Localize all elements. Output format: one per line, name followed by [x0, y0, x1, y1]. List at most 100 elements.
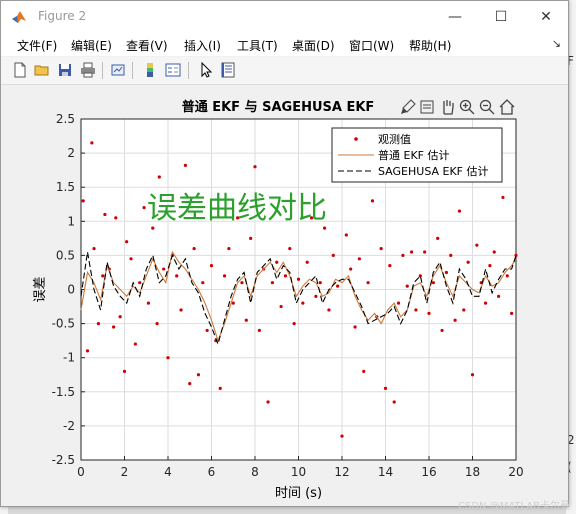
y-tick-label: -1.5 [52, 385, 75, 399]
observation-point [305, 260, 309, 264]
legend-label: 观测值 [378, 133, 411, 146]
observation-point [222, 274, 227, 278]
observation-point [227, 246, 231, 251]
observation-point [292, 322, 296, 326]
x-tick-label: 8 [251, 465, 259, 479]
y-tick-labels: -2.5 -2 -1.5 -1 -0.5 0 0.5 1 1.5 2 2.5 [52, 112, 75, 467]
observation-point [209, 264, 214, 268]
observation-point [423, 250, 427, 254]
y-tick-label: 0 [67, 283, 75, 297]
x-tick-label: 6 [208, 465, 216, 479]
x-tick-label: 2 [121, 465, 129, 479]
x-tick-label: 4 [164, 465, 172, 479]
observation-point [179, 308, 183, 312]
observation-point [85, 349, 90, 353]
observation-point [275, 260, 279, 264]
y-tick-label: 0.5 [56, 248, 75, 262]
observation-point [314, 294, 318, 298]
observation-point [444, 270, 448, 275]
observation-point [505, 274, 509, 278]
observation-point [175, 274, 179, 278]
observation-point [436, 236, 440, 240]
legend-label: 普通 EKF 估计 [378, 148, 449, 162]
observation-point [129, 257, 133, 261]
observation-point [157, 175, 161, 179]
observation-point [383, 386, 388, 390]
observation-point [166, 356, 170, 360]
observation-point [475, 243, 479, 247]
observation-point [249, 236, 253, 240]
observation-point [357, 257, 361, 261]
observation-point [205, 328, 209, 333]
observation-point [103, 212, 107, 217]
observation-point [257, 328, 261, 333]
observation-point [440, 328, 444, 333]
y-tick-label: -2 [63, 419, 75, 433]
observation-point [81, 199, 85, 203]
observation-point [344, 233, 348, 237]
x-tick-label: 16 [421, 465, 436, 479]
x-tick-label: 14 [378, 465, 393, 479]
legend[interactable]: 观测值普通 EKF 估计 SAGEHUSA EKF 估计 [331, 127, 503, 183]
observation-point [366, 281, 370, 285]
observation-point [379, 246, 383, 251]
y-tick-label: 1 [67, 214, 75, 228]
observation-point [118, 315, 122, 319]
observation-point [336, 284, 340, 288]
y-tick-label: 1.5 [56, 180, 75, 194]
observation-point [349, 267, 353, 271]
observation-point [201, 281, 205, 285]
observation-point [112, 325, 116, 329]
observation-point [101, 274, 105, 278]
chart-title: 普通 EKF 与 SAGEHUSA EKF [182, 99, 375, 115]
observation-point [331, 253, 335, 257]
observation-point [427, 311, 431, 315]
observation-point [340, 434, 344, 438]
observation-point [283, 274, 288, 278]
observation-point [431, 281, 435, 285]
observation-point [362, 369, 366, 373]
observation-point [155, 322, 159, 326]
observation-point [457, 209, 462, 213]
overlay-annotation: 误差曲线对比 [147, 191, 327, 226]
x-tick-labels: 0 2 4 6 8 10 12 14 16 18 20 [77, 465, 523, 479]
observation-point [388, 264, 392, 268]
observation-point [253, 165, 257, 169]
observation-point [470, 373, 475, 377]
observation-point [192, 246, 196, 251]
observation-point [492, 250, 496, 254]
observation-point [288, 246, 292, 251]
observation-point [240, 281, 244, 285]
legend-label: SAGEHUSA EKF 估计 [378, 165, 489, 178]
x-tick-label: 18 [465, 465, 480, 479]
observation-point [466, 260, 470, 264]
error-chart: -2.5 -2 -1.5 -1 -0.5 0 0.5 1 1.5 2 2.5 0 2 4 6 8 10 12 14… [33, 99, 524, 501]
legend-swatch-observation [354, 137, 358, 141]
y-tick-label: -2.5 [52, 453, 75, 467]
observation-point [231, 301, 235, 305]
observation-point [410, 250, 414, 254]
observation-point [270, 281, 274, 285]
watermark: CSDN @MATLAB卡尔曼 [458, 501, 570, 512]
x-tick-label: 12 [334, 465, 349, 479]
observation-point [96, 322, 100, 326]
y-tick-label: -0.5 [52, 317, 75, 331]
observation-point [510, 311, 514, 315]
observation-point [92, 246, 96, 251]
y-tick-label: -1 [63, 351, 75, 365]
observation-point [392, 400, 396, 404]
observation-point [122, 369, 127, 373]
observation-point [90, 141, 94, 145]
observation-point [488, 264, 492, 268]
observation-point [125, 240, 129, 244]
observation-point [318, 281, 322, 285]
observation-point [396, 301, 401, 305]
y-tick-label: 2 [67, 146, 75, 160]
observation-point [414, 308, 418, 312]
observation-point [353, 325, 357, 329]
observation-point [296, 277, 301, 281]
x-tick-label: 20 [508, 465, 523, 479]
observation-point [133, 342, 137, 346]
observation-point [266, 400, 270, 404]
observation-point [453, 318, 457, 322]
